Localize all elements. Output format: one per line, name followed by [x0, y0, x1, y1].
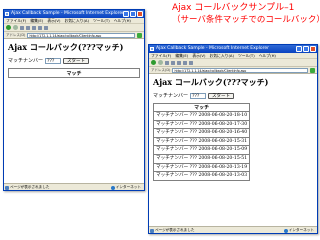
match-table-header: マッチ	[8, 68, 140, 78]
menu-edit[interactable]: 編集(E)	[175, 53, 188, 58]
home-icon[interactable]	[32, 25, 36, 30]
internet-zone: インターネット	[283, 227, 314, 233]
back-icon[interactable]	[6, 25, 11, 30]
caption-title: Ajax コールバックサンプル–1	[172, 3, 295, 13]
status-bar: ページが表示されました インターネット	[149, 226, 317, 233]
table-row: マッチナンバー ??? 2008-06-08-20-16-40	[152, 128, 251, 138]
status-text: ページが表示されました	[155, 228, 195, 232]
status-bar: ページが表示されました インターネット	[4, 183, 144, 190]
address-label: アドレス(D)	[6, 32, 26, 37]
refresh-icon[interactable]	[26, 25, 30, 30]
address-bar: アドレス(D) http://172.1.1.14/ajax/callback/…	[4, 32, 144, 39]
table-row: マッチナンバー ??? 2008-06-08-20-15-09	[152, 145, 251, 155]
start-button[interactable]: スタート	[208, 92, 235, 99]
table-row: マッチナンバー ??? 2008-06-08-20-18-10	[152, 111, 251, 121]
start-button[interactable]: スタート	[63, 57, 90, 64]
menu-tools[interactable]: ツール(T)	[238, 53, 255, 58]
table-row: マッチナンバー ??? 2008-06-08-20-13-19	[152, 162, 251, 173]
menu-help[interactable]: ヘルプ(H)	[114, 18, 131, 23]
refresh-icon[interactable]	[171, 60, 175, 65]
window-title: Ajax Callback Sample - Microsoft Interne…	[11, 11, 125, 16]
menu-view[interactable]: 表示(V)	[192, 53, 205, 58]
forward-icon[interactable]	[13, 25, 18, 30]
ie-icon	[150, 47, 154, 51]
go-icon[interactable]	[310, 67, 315, 73]
stop-icon[interactable]	[165, 60, 169, 65]
favorites-icon[interactable]	[44, 25, 48, 30]
browser-window-initial: Ajax Callback Sample - Microsoft Interne…	[3, 9, 145, 191]
favorites-icon[interactable]	[189, 60, 193, 65]
results-table: マッチ マッチナンバー ??? 2008-06-08-20-18-10 マッチナ…	[152, 103, 251, 181]
search-icon[interactable]	[38, 25, 42, 30]
page-content: Ajax コールバック(???マッチ) マッチナンバー ??? スタート マッチ…	[149, 74, 317, 226]
menu-edit[interactable]: 編集(E)	[30, 18, 43, 23]
match-table: マッチ	[8, 68, 140, 78]
toolbar	[4, 24, 144, 32]
window-titlebar[interactable]: Ajax Callback Sample - Microsoft Interne…	[149, 45, 317, 53]
internet-zone: インターネット	[110, 184, 141, 190]
address-bar: アドレス(D) http://172.1.1.14/ajax/callback/…	[149, 67, 317, 74]
match-number-input[interactable]: ???	[190, 92, 207, 99]
address-label: アドレス(D)	[151, 67, 171, 72]
window-title: Ajax Callback Sample - Microsoft Interne…	[156, 46, 270, 51]
home-icon[interactable]	[177, 60, 181, 65]
forward-icon[interactable]	[158, 60, 163, 65]
stop-icon[interactable]	[20, 25, 24, 30]
page-title: Ajax コールバック(???マッチ)	[153, 77, 269, 87]
caption-subtitle: （サーバ条件マッチでのコールバック）	[172, 15, 320, 25]
page-content: Ajax コールバック(???マッチ) マッチナンバー ??? スタート マッチ	[4, 39, 144, 183]
close-icon[interactable]	[137, 11, 143, 17]
table-row: マッチナンバー ??? 2008-06-08-20-15-31	[152, 136, 251, 147]
match-form: マッチナンバー ??? スタート	[153, 92, 313, 99]
address-input[interactable]: http://172.1.1.14/ajax/callback/ClientIn…	[27, 32, 135, 38]
match-number-label: マッチナンバー	[8, 58, 44, 64]
toolbar	[149, 59, 317, 67]
match-number-input[interactable]: ???	[45, 57, 62, 64]
results-table-header: マッチ	[152, 103, 251, 112]
page-icon	[5, 185, 9, 190]
browser-window-results: Ajax Callback Sample - Microsoft Interne…	[148, 44, 318, 234]
match-number-label: マッチナンバー	[153, 93, 189, 99]
menu-file[interactable]: ファイル(F)	[6, 18, 26, 23]
close-icon[interactable]	[310, 46, 316, 52]
slide-caption: Ajax コールバックサンプル–1 （サーバ条件マッチでのコールバック）	[172, 2, 320, 26]
table-row: マッチナンバー ??? 2008-06-08-20-15-51	[152, 153, 251, 164]
table-row: マッチナンバー ??? 2008-06-08-20-13-03	[152, 171, 251, 181]
table-row: マッチナンバー ??? 2008-06-08-20-17-30	[152, 119, 251, 130]
page-icon	[150, 228, 154, 233]
menu-tools[interactable]: ツール(T)	[93, 18, 110, 23]
status-text: ページが表示されました	[10, 185, 50, 189]
address-input[interactable]: http://172.1.1.14/ajax/callback/ClientIn…	[172, 67, 308, 73]
search-icon[interactable]	[183, 60, 187, 65]
maximize-icon[interactable]	[303, 46, 309, 52]
menu-help[interactable]: ヘルプ(H)	[259, 53, 276, 58]
menu-file[interactable]: ファイル(F)	[151, 53, 171, 58]
go-icon[interactable]	[137, 32, 142, 38]
menu-favorites[interactable]: お気に入り(A)	[64, 18, 89, 23]
back-icon[interactable]	[151, 60, 156, 65]
ie-icon	[5, 12, 9, 16]
minimize-icon[interactable]	[296, 46, 302, 52]
menu-view[interactable]: 表示(V)	[47, 18, 60, 23]
match-form: マッチナンバー ??? スタート	[8, 57, 140, 64]
page-title: Ajax コールバック(???マッチ)	[8, 42, 124, 52]
maximize-icon[interactable]	[130, 11, 136, 17]
menu-favorites[interactable]: お気に入り(A)	[209, 53, 234, 58]
window-titlebar[interactable]: Ajax Callback Sample - Microsoft Interne…	[4, 10, 144, 18]
minimize-icon[interactable]	[123, 11, 129, 17]
